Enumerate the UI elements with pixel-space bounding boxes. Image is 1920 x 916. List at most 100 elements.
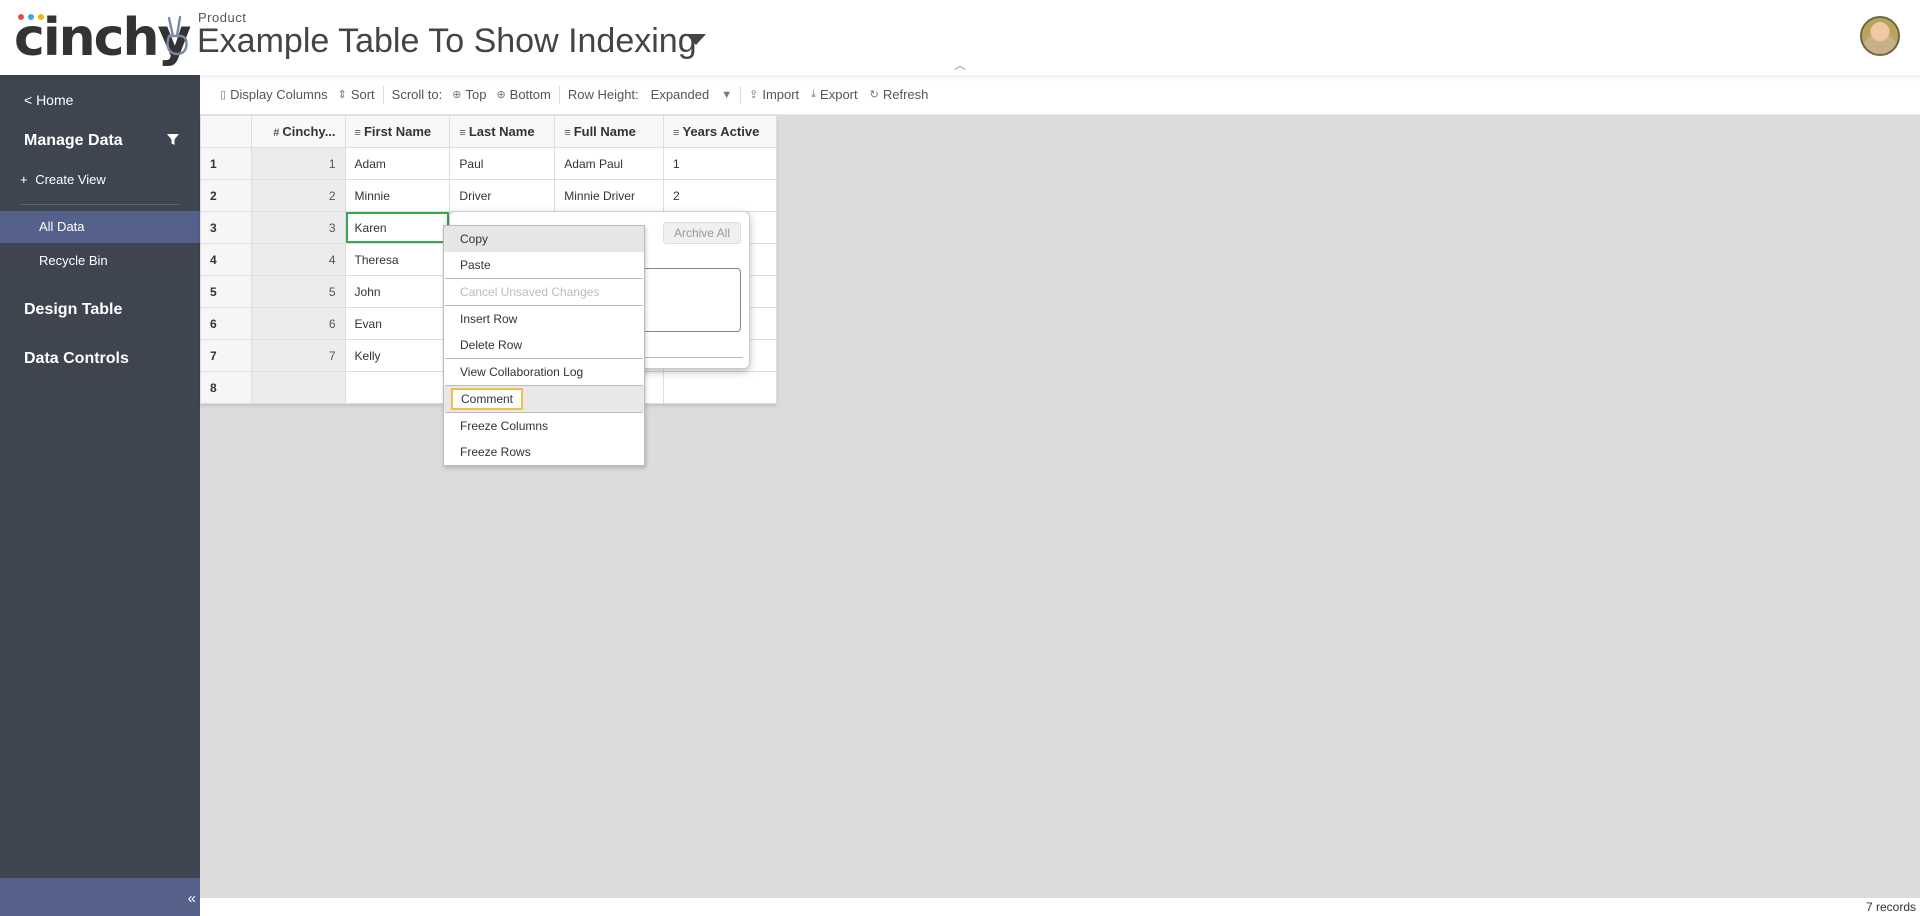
sort-button[interactable]: ⇕ Sort	[338, 87, 375, 102]
scroll-to-label: Scroll to:	[391, 87, 443, 102]
column-header-cinchy-id[interactable]: # Cinchy...	[250, 115, 346, 148]
table-row: 2 2 Minnie Driver Minnie Driver 2	[200, 179, 777, 212]
column-header-first-name[interactable]: ≡ First Name	[344, 115, 451, 148]
cell-cinchy-id[interactable]: 6	[250, 307, 346, 340]
menu-item-insert-row[interactable]: Insert Row	[444, 306, 644, 332]
design-table-link[interactable]: Design Table	[24, 301, 122, 319]
cell-cinchy-id[interactable]: 4	[250, 243, 346, 276]
create-view-label: Create View	[35, 172, 106, 187]
row-number[interactable]: 6	[200, 307, 252, 340]
row-number[interactable]: 5	[200, 275, 252, 308]
cell-first-name-selected[interactable]: Karen	[344, 211, 451, 244]
cell-years-active[interactable]	[663, 371, 777, 404]
user-avatar[interactable]	[1860, 16, 1900, 56]
arrow-up-circle-icon: ⊕	[452, 89, 462, 101]
menu-item-delete-row[interactable]: Delete Row	[444, 332, 644, 358]
row-number[interactable]: 2	[200, 179, 252, 212]
collapse-sidebar-icon[interactable]: «	[188, 890, 196, 907]
row-number[interactable]: 7	[200, 339, 252, 372]
sidebar-divider	[20, 204, 180, 205]
cell-first-name[interactable]: Evan	[344, 307, 451, 340]
sort-label: Sort	[350, 87, 375, 102]
cell-years-active[interactable]: 1	[663, 147, 777, 180]
create-view-link[interactable]: + Create View	[20, 172, 106, 187]
app-header: cinchy Product Example Table To Show Ind…	[0, 0, 1920, 75]
menu-item-paste[interactable]: Paste	[444, 252, 644, 278]
sidebar: < Home Manage Data + Create View All Dat…	[0, 75, 200, 916]
cell-cinchy-id[interactable]: 1	[250, 147, 346, 180]
row-number[interactable]: 4	[200, 243, 252, 276]
display-columns-label: Display Columns	[230, 87, 328, 102]
popup-divider	[645, 357, 743, 358]
sidebar-item-all-data[interactable]: All Data	[0, 211, 200, 243]
cell-first-name[interactable]: John	[344, 275, 451, 308]
manage-data-heading[interactable]: Manage Data	[24, 132, 123, 150]
cell-full-name[interactable]: Adam Paul	[554, 147, 665, 180]
toolbar: ▯ Display Columns ⇕ Sort Scroll to: ⊕ To…	[200, 75, 1920, 115]
text-type-icon: ≡	[564, 127, 571, 139]
import-button[interactable]: ⇪ Import	[749, 87, 799, 102]
scroll-top-label: Top	[465, 87, 487, 102]
cell-first-name[interactable]: Kelly	[344, 339, 451, 372]
row-number[interactable]: 3	[200, 211, 252, 244]
menu-item-view-collaboration-log[interactable]: View Collaboration Log	[444, 359, 644, 385]
scroll-top-button[interactable]: ⊕ Top	[452, 87, 486, 102]
cell-last-name[interactable]: Paul	[449, 147, 556, 180]
text-type-icon: ≡	[459, 127, 466, 139]
menu-item-comment[interactable]: Comment	[444, 386, 644, 412]
columns-icon: ▯	[220, 89, 227, 101]
refresh-icon: ↻	[869, 89, 879, 101]
export-label: Export	[820, 87, 858, 102]
plus-icon: +	[20, 172, 28, 187]
page-title: Example Table To Show Indexing	[197, 22, 697, 60]
status-bar: 7 records	[200, 898, 1920, 916]
cell-cinchy-id[interactable]: 3	[250, 211, 346, 244]
cell-full-name[interactable]: Minnie Driver	[554, 179, 665, 212]
row-number[interactable]: 1	[200, 147, 252, 180]
scroll-bottom-button[interactable]: ⊕ Bottom	[496, 87, 550, 102]
title-dropdown-caret-icon[interactable]	[686, 34, 706, 45]
toolbar-separator	[558, 85, 560, 104]
row-number[interactable]: 8	[200, 371, 252, 404]
display-columns-button[interactable]: ▯ Display Columns	[220, 87, 328, 102]
column-header-label: Last Name	[468, 124, 535, 139]
menu-item-copy[interactable]: Copy	[444, 226, 644, 252]
cell-first-name[interactable]	[344, 371, 451, 404]
column-header-last-name[interactable]: ≡ Last Name	[449, 115, 556, 148]
arrow-down-circle-icon: ⊕	[496, 89, 506, 101]
scroll-bottom-label: Bottom	[509, 87, 551, 102]
number-type-icon: #	[273, 127, 280, 139]
import-label: Import	[762, 87, 800, 102]
row-number-header	[200, 115, 252, 148]
data-controls-link[interactable]: Data Controls	[24, 350, 129, 368]
text-type-icon: ≡	[354, 127, 361, 139]
column-header-label: Full Name	[573, 124, 636, 139]
column-header-full-name[interactable]: ≡ Full Name	[554, 115, 665, 148]
column-header-years-active[interactable]: ≡ Years Active	[663, 115, 777, 148]
comment-textarea[interactable]	[631, 268, 741, 332]
column-header-label: First Name	[363, 124, 432, 139]
collapse-header-chevron-icon[interactable]: ︿	[953, 58, 967, 72]
menu-item-cancel-unsaved-changes: Cancel Unsaved Changes	[460, 285, 600, 299]
filter-icon[interactable]	[166, 133, 180, 147]
cell-last-name[interactable]: Driver	[449, 179, 556, 212]
cell-years-active[interactable]: 2	[663, 179, 777, 212]
export-button[interactable]: ⤓ Export	[811, 87, 857, 102]
cell-cinchy-id[interactable]	[250, 371, 346, 404]
archive-all-button[interactable]: Archive All	[662, 222, 741, 244]
refresh-button[interactable]: ↻ Refresh	[870, 87, 929, 102]
home-link[interactable]: < Home	[24, 92, 73, 108]
menu-item-freeze-columns[interactable]: Freeze Columns	[444, 413, 644, 439]
cell-first-name[interactable]: Theresa	[344, 243, 451, 276]
caret-down-icon: ▼	[721, 88, 733, 101]
toolbar-separator	[740, 85, 742, 104]
cell-first-name[interactable]: Minnie	[344, 179, 451, 212]
cell-cinchy-id[interactable]: 2	[250, 179, 346, 212]
sidebar-item-recycle-bin[interactable]: Recycle Bin	[0, 245, 200, 277]
cell-cinchy-id[interactable]: 7	[250, 339, 346, 372]
menu-item-freeze-rows[interactable]: Freeze Rows	[444, 439, 644, 465]
row-height-value: Expanded	[650, 87, 710, 102]
row-height-select[interactable]: Expanded ▼	[651, 87, 732, 102]
cell-cinchy-id[interactable]: 5	[250, 275, 346, 308]
cell-first-name[interactable]: Adam	[344, 147, 451, 180]
